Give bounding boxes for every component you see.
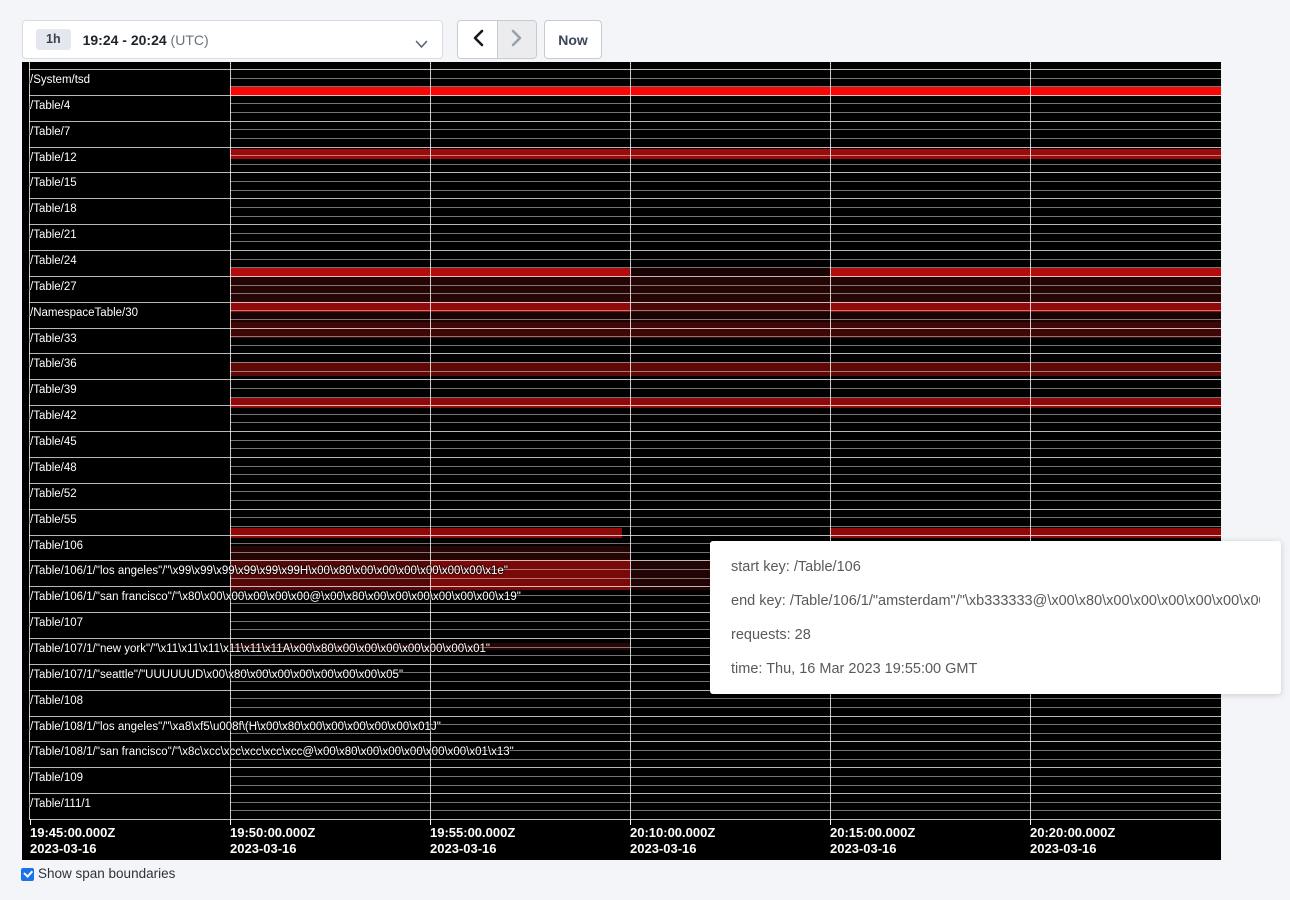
axis-tick-time: 19:55:00.000Z <box>430 825 515 840</box>
hover-tooltip: start key: /Table/106 end key: /Table/10… <box>710 541 1281 694</box>
axis-tick-time: 20:20:00.000Z <box>1030 825 1115 840</box>
axis-tick-date: 2023-03-16 <box>630 841 697 856</box>
show-span-boundaries-label: Show span boundaries <box>38 867 175 881</box>
prev-range-button[interactable] <box>458 21 497 58</box>
axis-tick-date: 2023-03-16 <box>430 841 497 856</box>
axis-tick-date: 2023-03-16 <box>230 841 297 856</box>
range-text: 19:24 - 20:24 (UTC) <box>83 32 209 48</box>
axis-tick-time: 19:45:00.000Z <box>30 825 115 840</box>
chevron-down-icon <box>415 36 428 54</box>
axis-tick-time: 19:50:00.000Z <box>230 825 315 840</box>
time-axis: 19:45:00.000Z2023-03-1619:50:00.000Z2023… <box>22 62 1221 860</box>
axis-tick-time: 20:10:00.000Z <box>630 825 715 840</box>
next-range-button[interactable] <box>497 21 536 58</box>
range-interval: 19:24 - 20:24 <box>83 32 167 48</box>
range-nav-group <box>457 20 537 59</box>
show-span-boundaries-row: Show span boundaries <box>21 867 175 881</box>
axis-tick-date: 2023-03-16 <box>1030 841 1097 856</box>
page: { "toolbar": { "range_badge": "1h", "ran… <box>0 0 1290 900</box>
axis-tick-date: 2023-03-16 <box>30 841 97 856</box>
time-range-selector[interactable]: 1h 19:24 - 20:24 (UTC) <box>22 20 443 59</box>
range-duration-badge: 1h <box>36 29 71 50</box>
show-span-boundaries-checkbox[interactable] <box>21 868 34 881</box>
tooltip-end-key: end key: /Table/106/1/"amsterdam"/"\xb33… <box>731 584 1260 618</box>
tooltip-requests: requests: 28 <box>731 618 1260 652</box>
axis-tick-date: 2023-03-16 <box>830 841 897 856</box>
now-button[interactable]: Now <box>544 20 602 59</box>
chevron-left-icon <box>471 29 485 50</box>
tooltip-time: time: Thu, 16 Mar 2023 19:55:00 GMT <box>731 652 1260 686</box>
range-timezone: (UTC) <box>171 32 209 48</box>
tooltip-start-key: start key: /Table/106 <box>731 550 1260 584</box>
axis-tick-time: 20:15:00.000Z <box>830 825 915 840</box>
keyvisualizer-canvas[interactable]: /System/tsd/Table/4/Table/7/Table/12/Tab… <box>22 62 1221 860</box>
chevron-right-icon <box>510 29 524 50</box>
